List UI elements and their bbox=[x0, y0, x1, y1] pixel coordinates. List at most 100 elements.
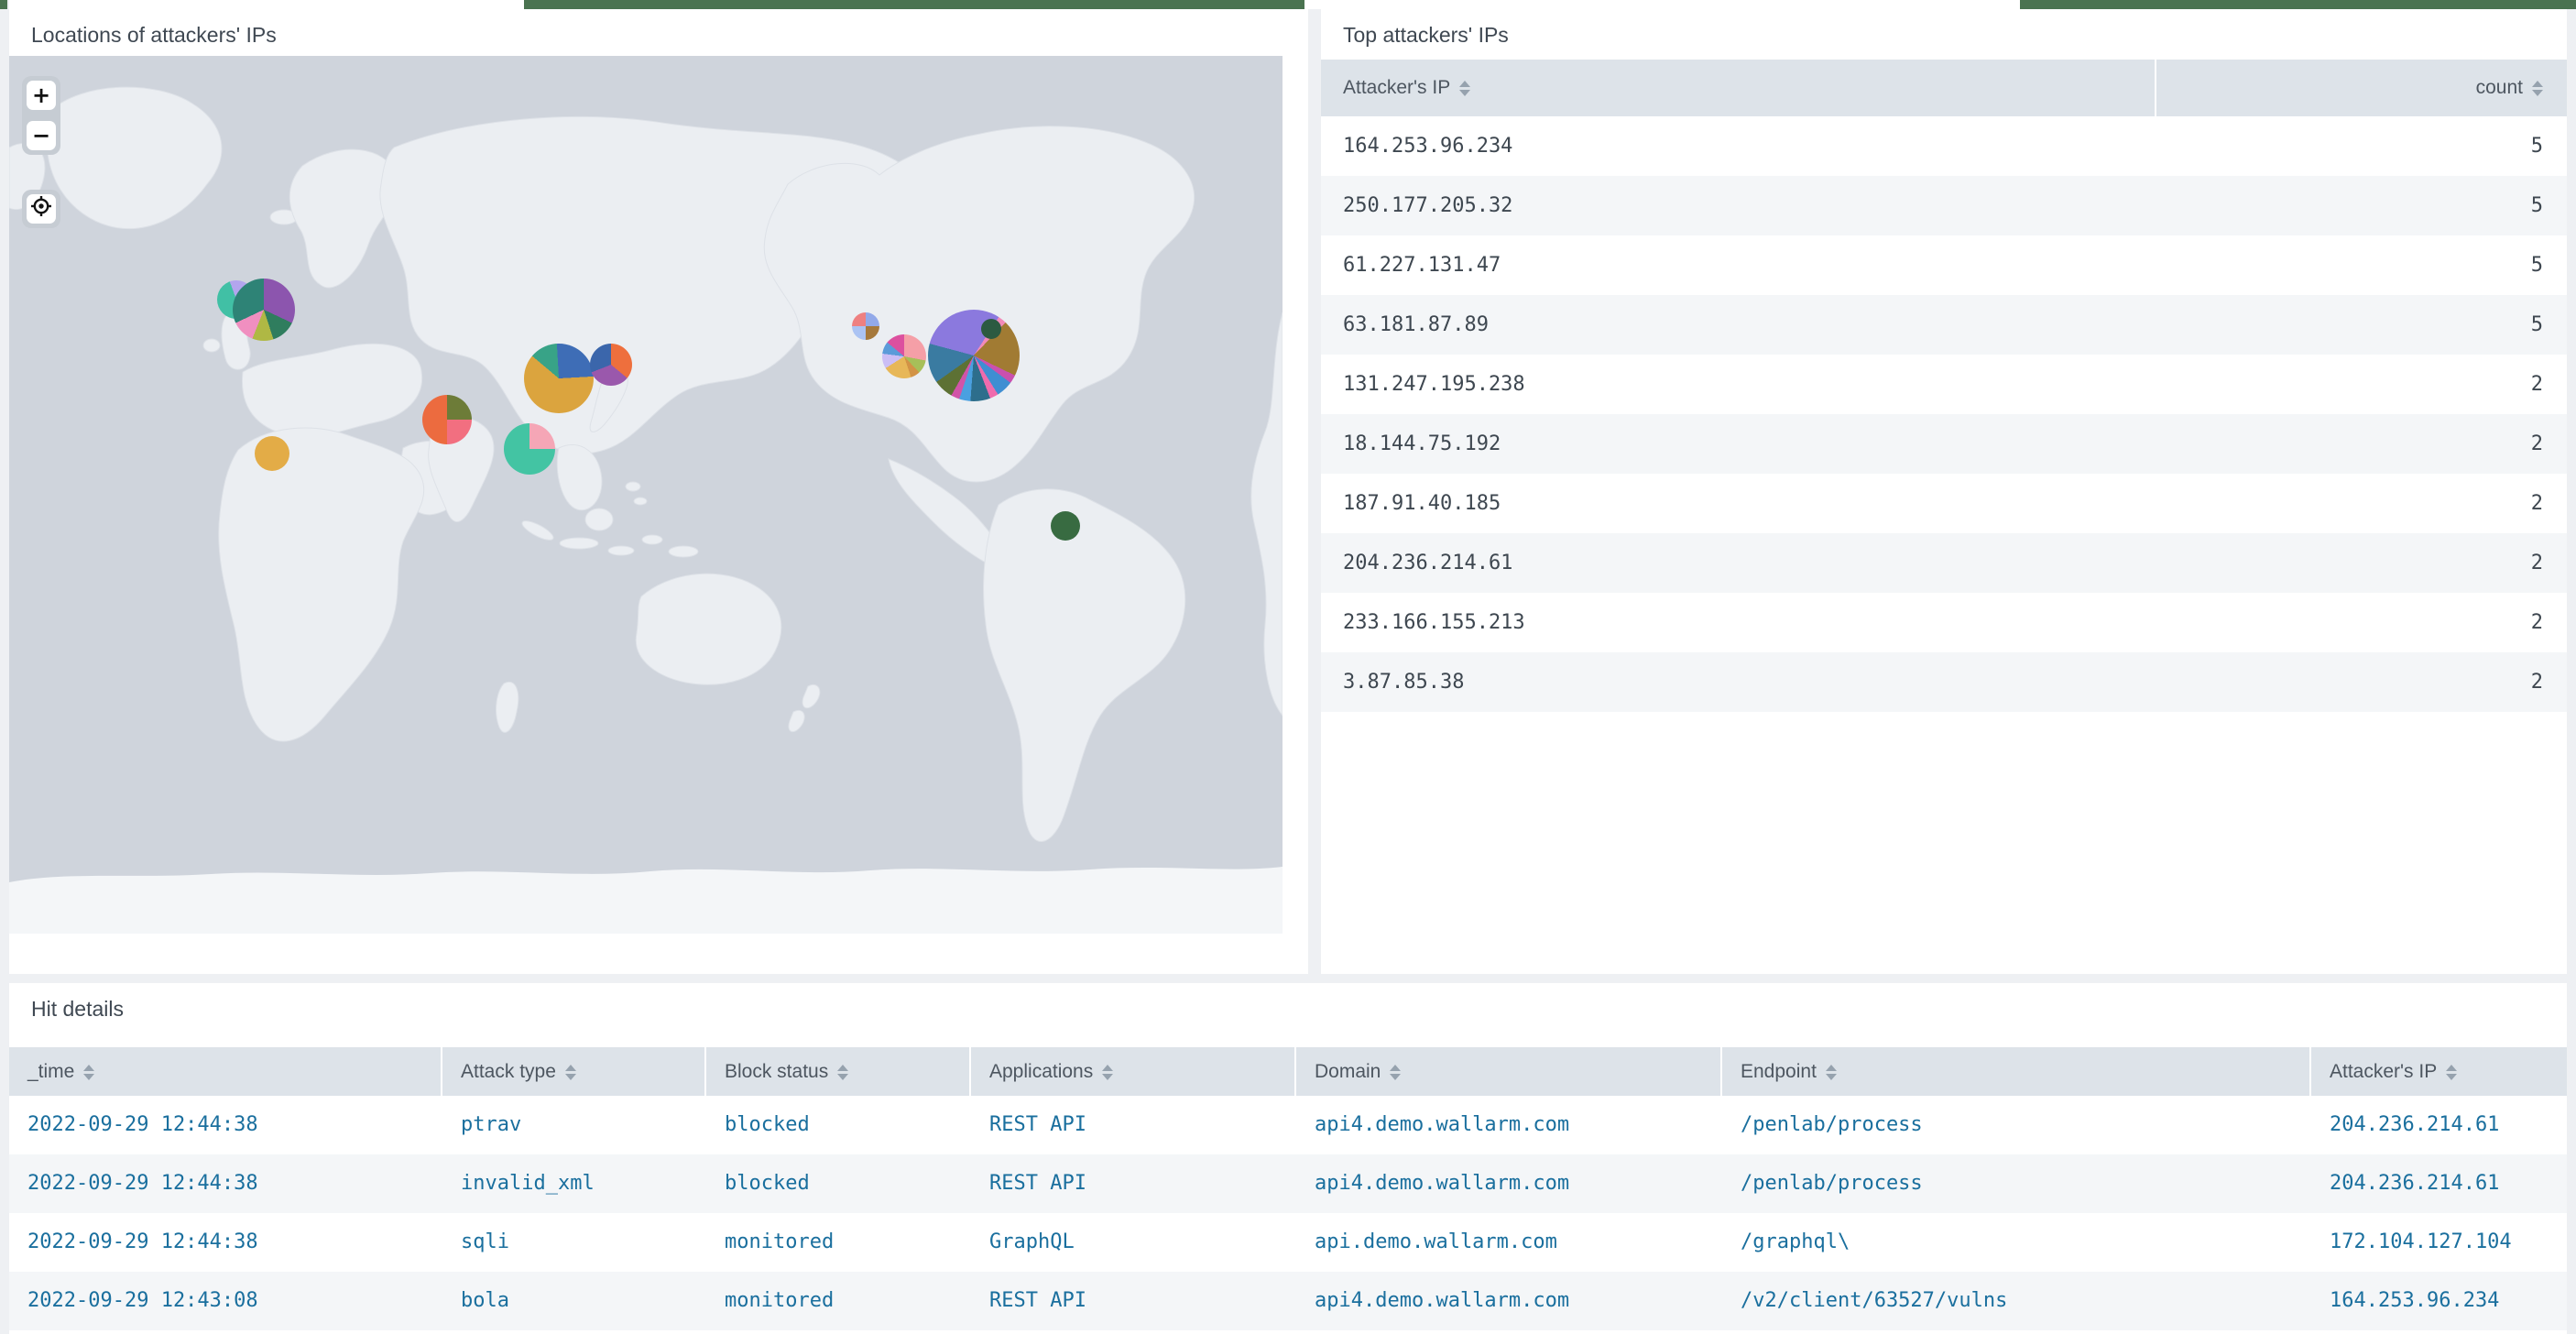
table-row[interactable]: 2022-09-29 12:43:08bolamonitoredREST API… bbox=[9, 1272, 2567, 1330]
count-cell[interactable]: 2 bbox=[2155, 414, 2567, 474]
column-header-applications[interactable]: Applications bbox=[971, 1047, 1294, 1096]
cell-link[interactable]: api.demo.wallarm.com bbox=[1296, 1213, 1720, 1272]
map-pie-marker[interactable] bbox=[524, 344, 594, 413]
cell-link[interactable]: 2022-09-29 12:44:38 bbox=[9, 1154, 441, 1213]
table-row[interactable]: 3.87.85.382 bbox=[1321, 652, 2567, 712]
cell-link[interactable]: api4.demo.wallarm.com bbox=[1296, 1096, 1720, 1154]
attacker-ip-cell[interactable]: 187.91.40.185 bbox=[1321, 474, 2155, 533]
cell-link[interactable]: api4.demo.wallarm.com bbox=[1296, 1272, 1720, 1330]
table-row[interactable]: 2022-09-29 12:44:38sqlimonitoredGraphQLa… bbox=[9, 1213, 2567, 1272]
sort-icon bbox=[2532, 81, 2543, 96]
count-cell[interactable]: 5 bbox=[2155, 116, 2567, 176]
attacker-ip-cell[interactable]: 63.181.87.89 bbox=[1321, 295, 2155, 355]
attacker-ip-cell[interactable]: 131.247.195.238 bbox=[1321, 355, 2155, 414]
cell-link[interactable]: monitored bbox=[706, 1213, 969, 1272]
cell-link[interactable]: 172.104.127.104 bbox=[2311, 1213, 2567, 1272]
column-header-domain[interactable]: Domain bbox=[1296, 1047, 1720, 1096]
column-header-label: _time bbox=[27, 1061, 74, 1082]
map-pie-marker[interactable] bbox=[590, 344, 632, 386]
map-pie-marker[interactable] bbox=[882, 334, 926, 378]
table-row[interactable]: 2022-09-29 12:44:38invalid_xmlblockedRES… bbox=[9, 1154, 2567, 1213]
count-cell[interactable]: 2 bbox=[2155, 593, 2567, 652]
count-cell[interactable]: 5 bbox=[2155, 176, 2567, 235]
cell-link[interactable]: REST API bbox=[971, 1096, 1294, 1154]
cell-link[interactable]: REST API bbox=[971, 1154, 1294, 1213]
map-panel: Locations of attackers' IPs bbox=[9, 9, 1308, 974]
cell-link[interactable]: 204.236.214.61 bbox=[2311, 1154, 2567, 1213]
cell-link[interactable]: 204.236.214.61 bbox=[2311, 1096, 2567, 1154]
sort-icon bbox=[1459, 81, 1470, 96]
chart-edge-segment bbox=[0, 0, 7, 9]
cell-link[interactable]: blocked bbox=[706, 1154, 969, 1213]
cell-link[interactable]: api4.demo.wallarm.com bbox=[1296, 1154, 1720, 1213]
table-row[interactable]: 131.247.195.2382 bbox=[1321, 355, 2567, 414]
cell-link[interactable]: /v2/client/63527/vulns bbox=[1722, 1272, 2309, 1330]
top-ips-panel: Top attackers' IPs Attacker's IP count 1… bbox=[1321, 9, 2567, 974]
attacker-ip-cell[interactable]: 250.177.205.32 bbox=[1321, 176, 2155, 235]
chart-edge-segment bbox=[524, 0, 1304, 9]
map-pie-marker[interactable] bbox=[928, 310, 1020, 401]
count-cell[interactable]: 2 bbox=[2155, 652, 2567, 712]
table-row[interactable]: 61.227.131.475 bbox=[1321, 235, 2567, 295]
count-cell[interactable]: 2 bbox=[2155, 533, 2567, 593]
cell-link[interactable]: GraphQL bbox=[971, 1213, 1294, 1272]
cell-link[interactable]: ptrav bbox=[442, 1096, 704, 1154]
count-cell[interactable]: 5 bbox=[2155, 295, 2567, 355]
cell-link[interactable]: 2022-09-29 12:44:38 bbox=[9, 1213, 441, 1272]
zoom-in-button[interactable]: + bbox=[27, 81, 56, 110]
attacker-ip-cell[interactable]: 204.236.214.61 bbox=[1321, 533, 2155, 593]
cell-link[interactable]: bola bbox=[442, 1272, 704, 1330]
column-header-attack-type[interactable]: Attack type bbox=[442, 1047, 704, 1096]
sort-icon bbox=[1826, 1065, 1837, 1080]
top-ips-title: Top attackers' IPs bbox=[1321, 9, 1509, 57]
column-header-count[interactable]: count bbox=[2156, 60, 2567, 116]
column-header-attacker-s-ip[interactable]: Attacker's IP bbox=[2311, 1047, 2567, 1096]
chart-edge-segment bbox=[2020, 0, 2576, 9]
map-pie-marker[interactable] bbox=[422, 395, 472, 444]
map-pie-marker[interactable] bbox=[255, 436, 289, 471]
map-pie-marker[interactable] bbox=[1051, 511, 1080, 541]
map-pie-marker[interactable] bbox=[981, 319, 1001, 339]
attacker-ip-cell[interactable]: 3.87.85.38 bbox=[1321, 652, 2155, 712]
table-row[interactable]: 2022-09-29 12:44:38ptravblockedREST APIa… bbox=[9, 1096, 2567, 1154]
column-header-endpoint[interactable]: Endpoint bbox=[1722, 1047, 2309, 1096]
attacker-ip-cell[interactable]: 164.253.96.234 bbox=[1321, 116, 2155, 176]
count-cell[interactable]: 2 bbox=[2155, 355, 2567, 414]
zoom-out-button[interactable]: − bbox=[27, 121, 56, 150]
table-row[interactable]: 250.177.205.325 bbox=[1321, 176, 2567, 235]
table-row[interactable]: 18.144.75.1922 bbox=[1321, 414, 2567, 474]
map-pie-marker[interactable] bbox=[233, 279, 295, 341]
cell-link[interactable]: invalid_xml bbox=[442, 1154, 704, 1213]
table-row[interactable]: 204.236.214.612 bbox=[1321, 533, 2567, 593]
top-ips-rows: 164.253.96.2345250.177.205.32561.227.131… bbox=[1321, 116, 2567, 712]
cell-link[interactable]: /penlab/process bbox=[1722, 1154, 2309, 1213]
cell-link[interactable]: 164.253.96.234 bbox=[2311, 1272, 2567, 1330]
cell-link[interactable]: blocked bbox=[706, 1096, 969, 1154]
cell-link[interactable]: 2022-09-29 12:44:38 bbox=[9, 1096, 441, 1154]
count-cell[interactable]: 2 bbox=[2155, 474, 2567, 533]
table-row[interactable]: 233.166.155.2132 bbox=[1321, 593, 2567, 652]
table-row[interactable]: 187.91.40.1852 bbox=[1321, 474, 2567, 533]
map-panel-title: Locations of attackers' IPs bbox=[9, 9, 277, 57]
column-header--time[interactable]: _time bbox=[9, 1047, 441, 1096]
cell-link[interactable]: /penlab/process bbox=[1722, 1096, 2309, 1154]
locate-button[interactable] bbox=[27, 194, 56, 224]
attacker-ip-cell[interactable]: 233.166.155.213 bbox=[1321, 593, 2155, 652]
attacker-ip-cell[interactable]: 61.227.131.47 bbox=[1321, 235, 2155, 295]
cell-link[interactable]: sqli bbox=[442, 1213, 704, 1272]
cell-link[interactable]: 2022-09-29 12:43:08 bbox=[9, 1272, 441, 1330]
cell-link[interactable]: /graphql\ bbox=[1722, 1213, 2309, 1272]
column-header-block-status[interactable]: Block status bbox=[706, 1047, 969, 1096]
column-header-attacker-ip[interactable]: Attacker's IP bbox=[1321, 60, 2155, 116]
map-pie-marker[interactable] bbox=[852, 312, 879, 340]
cell-link[interactable]: monitored bbox=[706, 1272, 969, 1330]
map-canvas[interactable]: + − bbox=[9, 56, 1283, 934]
count-cell[interactable]: 5 bbox=[2155, 235, 2567, 295]
cell-link[interactable]: REST API bbox=[971, 1272, 1294, 1330]
attacker-ip-cell[interactable]: 18.144.75.192 bbox=[1321, 414, 2155, 474]
map-zoom-control: + − bbox=[22, 76, 60, 155]
column-header-label: count bbox=[2476, 77, 2523, 98]
table-row[interactable]: 164.253.96.2345 bbox=[1321, 116, 2567, 176]
table-row[interactable]: 63.181.87.895 bbox=[1321, 295, 2567, 355]
map-pie-marker[interactable] bbox=[504, 423, 555, 475]
